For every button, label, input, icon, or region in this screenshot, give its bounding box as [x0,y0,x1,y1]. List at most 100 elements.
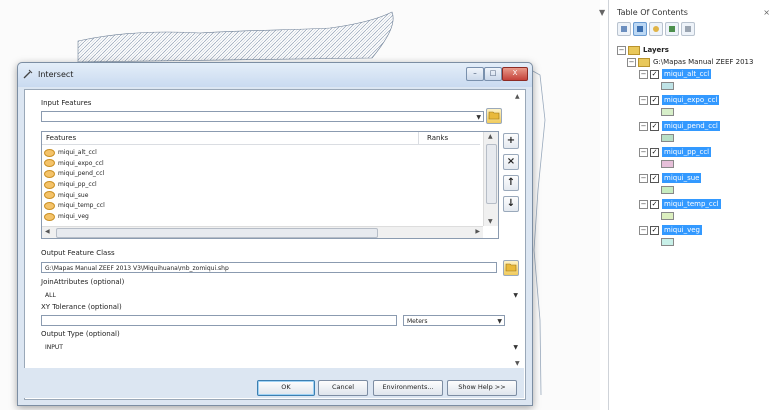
toc-layer-miqui-sue[interactable]: − ✓ miqui_sue [617,172,771,198]
tree-row-layers[interactable]: − Layers [617,44,771,56]
features-table[interactable]: Features Ranks miqui_alt_ccl miqui_expo_c… [41,131,499,239]
feature-row[interactable]: miqui_sue [44,191,464,202]
toc-pin-icon[interactable]: ▼ [599,8,605,17]
drawing-order-icon [621,26,627,32]
remove-row-button[interactable]: × [503,154,519,170]
show-help-button[interactable]: Show Help >> [447,380,517,396]
layer-name[interactable]: miqui_pp_ccl [662,147,712,157]
tree-row-folder[interactable]: − G:\Mapas Manual ZEEF 2013 [617,56,771,68]
column-features[interactable]: Features [46,134,76,142]
minimize-button[interactable]: – [466,67,484,81]
toc-layer-miqui-expo-ccl[interactable]: − ✓ miqui_expo_ccl [617,94,771,120]
layer-name[interactable]: miqui_pend_ccl [662,121,720,131]
cancel-button[interactable]: Cancel [318,380,368,396]
browse-input-button[interactable] [486,108,502,124]
feature-layer-icon [44,191,55,200]
chevron-down-icon: ▼ [497,318,502,325]
collapse-icon[interactable]: − [639,199,648,209]
layer-name[interactable]: miqui_sue [662,173,702,183]
join-attributes-dropdown[interactable]: ALL ▼ [41,289,521,300]
feature-layer-icon [44,201,55,210]
scroll-right-icon[interactable]: ▶ [475,228,480,235]
toc-layer-miqui-alt-ccl[interactable]: − ✓ miqui_alt_ccl [617,68,771,94]
layer-visibility-checkbox[interactable]: ✓ [650,199,659,209]
collapse-icon[interactable]: − [639,173,648,183]
feature-row[interactable]: miqui_pp_ccl [44,180,464,191]
layer-symbol-swatch[interactable] [661,82,674,90]
layer-symbol-swatch[interactable] [661,238,674,246]
collapse-icon[interactable]: − [639,95,648,105]
feature-row[interactable]: miqui_temp_ccl [44,201,464,212]
scroll-up-icon[interactable]: ▲ [488,133,493,140]
toc-layer-miqui-pend-ccl[interactable]: − ✓ miqui_pend_ccl [617,120,771,146]
collapse-icon[interactable]: − [639,147,648,157]
toc-layer-miqui-pp-ccl[interactable]: − ✓ miqui_pp_ccl [617,146,771,172]
selection-icon [669,26,675,32]
layer-symbol-swatch[interactable] [661,160,674,168]
scroll-left-icon[interactable]: ◀ [45,228,50,235]
list-by-selection-button[interactable] [665,22,679,36]
list-by-visibility-button[interactable] [649,22,663,36]
layer-name[interactable]: miqui_expo_ccl [662,95,720,105]
horizontal-scrollbar[interactable]: ◀ ▶ [42,226,483,238]
layer-visibility-checkbox[interactable]: ✓ [650,69,659,79]
toc-layer-miqui-temp-ccl[interactable]: − ✓ miqui_temp_ccl [617,198,771,224]
feature-layer-icon [44,148,55,157]
horizontal-scroll-thumb[interactable] [56,228,378,238]
layer-visibility-checkbox[interactable]: ✓ [650,95,659,105]
dialog-scroll-up-icon[interactable]: ▲ [515,93,520,100]
layer-visibility-checkbox[interactable]: ✓ [650,147,659,157]
toc-close-icon[interactable]: × [763,8,770,17]
options-button[interactable] [681,22,695,36]
layer-symbol-swatch[interactable] [661,186,674,194]
open-folder-icon [488,111,500,120]
feature-layer-icon [44,212,55,221]
environments-button[interactable]: Environments... [373,380,443,396]
collapse-icon[interactable]: − [639,225,648,235]
scroll-down-icon[interactable]: ▼ [488,218,493,225]
ok-button[interactable]: OK [257,380,315,396]
move-up-button[interactable]: ↑ [503,175,519,191]
layer-visibility-checkbox[interactable]: ✓ [650,173,659,183]
close-button[interactable]: X [502,67,528,81]
xy-tolerance-label: XY Tolerance (optional) [41,303,122,311]
layer-symbol-swatch[interactable] [661,212,674,220]
toc-layer-miqui-veg[interactable]: − ✓ miqui_veg [617,224,771,250]
collapse-icon[interactable]: − [639,69,648,79]
collapse-icon[interactable]: − [627,57,636,67]
list-by-source-button[interactable] [633,22,647,36]
feature-row[interactable]: miqui_expo_ccl [44,159,464,170]
move-down-button[interactable]: ↓ [503,196,519,212]
maximize-button[interactable]: □ [484,67,502,81]
layer-visibility-checkbox[interactable]: ✓ [650,225,659,235]
layer-name[interactable]: miqui_veg [662,225,702,235]
output-feature-class-field[interactable]: G:\Mapas Manual ZEEF 2013 V3\Miquihuana\… [41,262,497,273]
collapse-icon[interactable]: − [639,121,648,131]
feature-row[interactable]: miqui_pend_ccl [44,169,464,180]
xy-tolerance-unit-dropdown[interactable]: Meters ▼ [403,315,505,326]
column-ranks[interactable]: Ranks [427,134,448,142]
output-type-dropdown[interactable]: INPUT ▼ [41,341,521,352]
input-features-dropdown[interactable]: ▼ [41,111,484,122]
dialog-scroll-down-icon[interactable]: ▼ [515,360,520,367]
xy-tolerance-field[interactable] [41,315,397,326]
browse-output-button[interactable] [503,260,519,276]
feature-row[interactable]: miqui_alt_ccl [44,148,464,159]
folder-icon [638,57,650,67]
dialog-title-bar[interactable]: Intersect – □ X [18,63,532,87]
feature-name: miqui_alt_ccl [58,149,97,156]
layer-symbol-swatch[interactable] [661,134,674,142]
layer-visibility-checkbox[interactable]: ✓ [650,121,659,131]
layer-symbol-swatch[interactable] [661,108,674,116]
source-icon [637,26,643,32]
layer-name[interactable]: miqui_alt_ccl [662,69,712,79]
add-row-button[interactable]: + [503,133,519,149]
chevron-down-icon: ▼ [513,344,518,351]
vertical-scrollbar[interactable]: ▲ ▼ [483,132,498,226]
layer-name[interactable]: miqui_temp_ccl [662,199,721,209]
feature-row[interactable]: miqui_veg [44,212,464,223]
vertical-scroll-thumb[interactable] [486,144,497,204]
input-features-label: Input Features [41,99,92,107]
list-by-drawing-order-button[interactable] [617,22,631,36]
collapse-icon[interactable]: − [617,45,626,55]
